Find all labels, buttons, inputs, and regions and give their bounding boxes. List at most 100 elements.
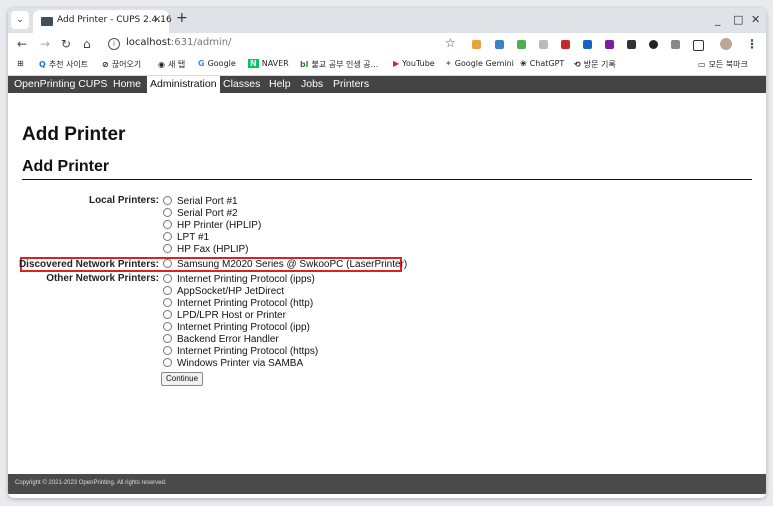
page-content: OpenPrinting CUPS Home Administration Cl… — [8, 76, 766, 498]
bookmark-item[interactable]: ⊘ 끊어오기 — [102, 59, 141, 70]
radio-option-ipp-https[interactable]: Internet Printing Protocol (https) — [163, 346, 318, 358]
extension-sparkle-icon[interactable] — [472, 40, 481, 49]
extension-shield-icon[interactable] — [561, 40, 570, 49]
tab-add-printer[interactable]: Add Printer - CUPS 2.4.16 × — [33, 10, 172, 33]
google-icon: G — [198, 59, 205, 68]
bookmark-label: ChatGPT — [529, 59, 565, 68]
extensions-puzzle-icon[interactable] — [693, 40, 704, 51]
radio-option-samsung-m2020[interactable]: Samsung M2020 Series @ SwkooPC (LaserPri… — [163, 259, 407, 271]
nav-home[interactable]: Home — [113, 76, 141, 93]
bookmark-item[interactable]: ❀ ChatGPT — [520, 59, 564, 68]
nav-help[interactable]: Help — [269, 76, 291, 93]
radio-button[interactable] — [163, 298, 172, 307]
close-window-button[interactable]: ✕ — [751, 13, 760, 26]
page-footer: Copyright © 2021-2023 OpenPrinting. All … — [8, 474, 766, 494]
cups-favicon-icon — [41, 17, 53, 26]
gemini-icon: ✦ — [445, 59, 452, 68]
radio-option-hp-printer-hplip[interactable]: HP Printer (HPLIP) — [163, 220, 261, 232]
option-label: Internet Printing Protocol (ipps) — [177, 274, 315, 285]
bookmark-item[interactable]: ◉ 새 탭 — [158, 59, 185, 70]
back-arrow-icon[interactable]: ← — [17, 36, 27, 52]
tab-strip: ⌄ Add Printer - CUPS 2.4.16 × + _ □ ✕ — [8, 8, 766, 33]
extension-circle-icon[interactable] — [649, 40, 658, 49]
option-label: Samsung M2020 Series @ SwkooPC (LaserPri… — [177, 259, 408, 270]
forward-arrow-icon[interactable]: → — [40, 36, 50, 52]
radio-option-ipp-http[interactable]: Internet Printing Protocol (http) — [163, 298, 313, 310]
bookmark-item[interactable]: N NAVER — [248, 59, 289, 68]
radio-option-ipps[interactable]: Internet Printing Protocol (ipps) — [163, 274, 315, 286]
section-divider — [22, 179, 752, 180]
radio-button[interactable] — [163, 244, 172, 253]
radio-button[interactable] — [163, 274, 172, 283]
option-label: Serial Port #2 — [177, 208, 238, 219]
radio-option-appsocket[interactable]: AppSocket/HP JetDirect — [163, 286, 284, 298]
bookmark-item[interactable]: G Google — [198, 59, 236, 68]
option-label: HP Fax (HPLIP) — [177, 244, 249, 255]
radio-option-backend-error-handler[interactable]: Backend Error Handler — [163, 334, 279, 346]
option-label: LPD/LPR Host or Printer — [177, 310, 286, 321]
radio-option-serial-port-1[interactable]: Serial Port #1 — [163, 196, 238, 208]
radio-button[interactable] — [163, 346, 172, 355]
reload-icon[interactable]: ↻ — [61, 36, 71, 52]
site-info-icon[interactable]: i — [108, 38, 120, 50]
nav-classes[interactable]: Classes — [223, 76, 260, 93]
radio-button[interactable] — [163, 358, 172, 367]
radio-button[interactable] — [163, 334, 172, 343]
tab-search-button[interactable]: ⌄ — [11, 11, 29, 29]
radio-option-lpt-1[interactable]: LPT #1 — [163, 232, 209, 244]
extension-pin-icon[interactable] — [605, 40, 614, 49]
new-tab-button[interactable]: + — [176, 10, 188, 26]
extension-drive-icon[interactable] — [517, 40, 526, 49]
local-printers-label: Local Printers: — [88, 195, 159, 206]
page-title: Add Printer — [22, 124, 126, 145]
radio-button[interactable] — [163, 310, 172, 319]
radio-button[interactable] — [163, 196, 172, 205]
bookmark-label: Google Gemini — [454, 59, 514, 68]
browser-window: ⌄ Add Printer - CUPS 2.4.16 × + _ □ ✕ ← … — [8, 8, 766, 498]
nav-printers[interactable]: Printers — [333, 76, 369, 93]
radio-button[interactable] — [163, 208, 172, 217]
nav-openprinting-cups[interactable]: OpenPrinting CUPS — [14, 76, 107, 93]
discovered-printers-label: Discovered Network Printers: — [18, 259, 159, 270]
bookmark-star-icon[interactable]: ☆ — [445, 36, 456, 50]
extension-box-icon[interactable] — [627, 40, 636, 49]
bookmark-item[interactable]: ✦ Google Gemini — [445, 59, 514, 68]
profile-avatar[interactable] — [720, 38, 732, 50]
tab-close-icon[interactable]: × — [153, 14, 161, 25]
radio-button[interactable] — [163, 286, 172, 295]
option-label: AppSocket/HP JetDirect — [177, 286, 285, 297]
minimize-button[interactable]: _ — [715, 13, 721, 26]
bookmark-item[interactable]: ⟲ 방문 기록 — [574, 59, 616, 70]
history-icon: ⟲ — [574, 60, 581, 69]
radio-option-lpd[interactable]: LPD/LPR Host or Printer — [163, 310, 286, 322]
bookmark-item[interactable]: bl 불교 공부 인생 공... — [300, 59, 378, 70]
continue-button[interactable]: Continue — [161, 372, 204, 386]
option-label: LPT #1 — [177, 232, 210, 243]
nav-jobs[interactable]: Jobs — [301, 76, 323, 93]
apps-grid-icon[interactable]: ⊞ — [17, 59, 24, 68]
radio-button[interactable] — [163, 232, 172, 241]
nav-administration[interactable]: Administration — [147, 76, 220, 93]
extension-card-icon[interactable] — [539, 40, 548, 49]
radio-option-serial-port-2[interactable]: Serial Port #2 — [163, 208, 238, 220]
bookmark-item[interactable]: Q 추천 사이트 — [39, 59, 88, 70]
radio-option-hp-fax-hplip[interactable]: HP Fax (HPLIP) — [163, 244, 249, 256]
extension-translate-icon[interactable] — [495, 40, 504, 49]
all-bookmarks-button[interactable]: ▭ 모든 북마크 — [698, 59, 748, 70]
address-bar[interactable]: localhost:631/admin/ — [126, 37, 231, 48]
maximize-button[interactable]: □ — [733, 13, 743, 26]
bookmarks-bar: ⊞ Q 추천 사이트 ⊘ 끊어오기 ◉ 새 탭 G Google N NAVER bl 불교… — [8, 55, 766, 76]
radio-button[interactable] — [163, 322, 172, 331]
extension-grid-icon[interactable] — [583, 40, 592, 49]
bookmark-item[interactable]: ▶ YouTube — [393, 59, 435, 68]
extension-camera-icon[interactable] — [671, 40, 680, 49]
radio-option-samba[interactable]: Windows Printer via SAMBA — [163, 358, 303, 370]
radio-button[interactable] — [163, 220, 172, 229]
radio-option-ipp[interactable]: Internet Printing Protocol (ipp) — [163, 322, 310, 334]
youtube-icon: ▶ — [393, 59, 400, 68]
folder-icon: ▭ — [698, 60, 706, 69]
home-icon[interactable]: ⌂ — [83, 36, 91, 52]
option-label: Internet Printing Protocol (ipp) — [177, 322, 310, 333]
menu-kebab-icon[interactable]: ⋮ — [746, 36, 758, 52]
radio-button[interactable] — [163, 259, 172, 268]
